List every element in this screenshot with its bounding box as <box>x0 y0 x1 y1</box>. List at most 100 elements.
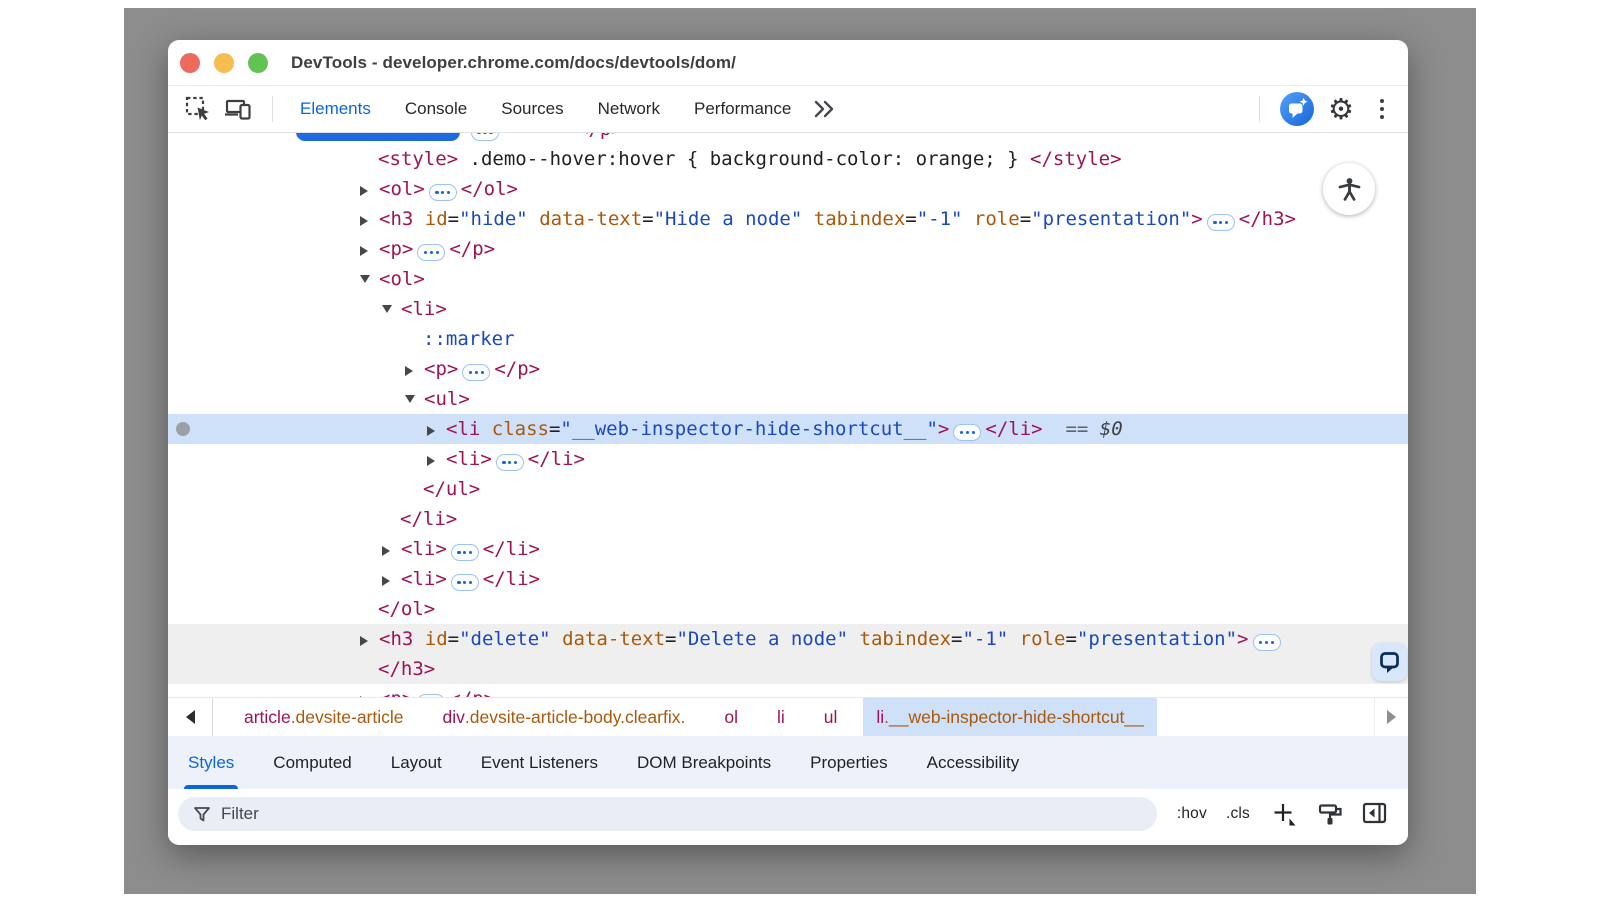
dom-tree-row[interactable]: <li> </li> <box>168 444 1408 474</box>
code-token: <li> <box>446 448 492 470</box>
breadcrumb-item-li[interactable]: li <box>764 698 798 736</box>
expand-arrow-icon[interactable] <box>382 294 401 324</box>
toggle-element-state-button[interactable]: :hov <box>1177 805 1207 823</box>
kebab-menu-icon[interactable] <box>1374 95 1390 123</box>
tab-network[interactable]: Network <box>581 86 677 132</box>
breadcrumb-scroll-right-button[interactable] <box>1374 698 1408 736</box>
dom-tree-row[interactable]: </ul> <box>168 474 1408 504</box>
minimize-window-button[interactable] <box>214 53 234 73</box>
breadcrumb-item-article[interactable]: article.devsite-article <box>231 698 417 736</box>
dom-tree-row[interactable]: <ol> <box>168 264 1408 294</box>
breadcrumb-item-ol[interactable]: ol <box>711 698 751 736</box>
panel-tab-layout[interactable]: Layout <box>391 736 442 789</box>
dom-row-partially-scrolled[interactable]: </p> <box>168 133 1408 144</box>
ellipsis-expand-button[interactable] <box>471 133 499 141</box>
dom-tree-row[interactable]: </ol> <box>168 594 1408 624</box>
dom-tree-row[interactable]: <li></li> <box>168 564 1408 594</box>
panel-tab-event-listeners[interactable]: Event Listeners <box>481 736 598 789</box>
code-token: </li> <box>528 448 585 470</box>
ellipsis-expand-button[interactable] <box>496 454 524 471</box>
expand-arrow-icon[interactable] <box>360 204 379 234</box>
expand-arrow-icon[interactable] <box>360 264 379 294</box>
code-token: <li> <box>401 568 447 590</box>
dom-tree-row[interactable]: </h3> <box>168 654 1408 684</box>
more-tabs-button[interactable] <box>812 98 836 120</box>
expand-arrow-icon[interactable] <box>405 354 424 384</box>
element-classes-button[interactable]: .cls <box>1226 805 1250 823</box>
code-token: "-1" <box>962 628 1008 650</box>
code-token: </style> <box>1030 148 1122 170</box>
expand-arrow-icon[interactable] <box>382 534 401 564</box>
ai-assistant-chip-button[interactable] <box>1372 643 1407 681</box>
dom-tree-row[interactable]: <ul> <box>168 384 1408 414</box>
dom-tree-row[interactable]: ::marker <box>168 324 1408 354</box>
main-panel-tabs: ElementsConsoleSourcesNetworkPerformance <box>283 86 808 132</box>
dom-row-style[interactable]: <style> .demo--hover:hover { background-… <box>168 144 1408 174</box>
dom-tree-row[interactable]: <p></p> <box>168 354 1408 384</box>
code-token: > <box>1191 208 1202 230</box>
code-token: <h3 <box>379 628 413 650</box>
ellipsis-expand-button[interactable] <box>429 184 457 201</box>
tab-elements[interactable]: Elements <box>283 86 388 132</box>
dom-tree-row[interactable]: <li> <box>168 294 1408 324</box>
new-style-rule-button[interactable] <box>1269 799 1299 829</box>
inspect-element-icon[interactable] <box>182 93 214 125</box>
ai-chip-bubble-icon <box>1378 650 1401 675</box>
expand-arrow-icon[interactable] <box>427 444 446 474</box>
expand-arrow-icon[interactable] <box>360 174 379 204</box>
dom-tree-panel[interactable]: </p><style> .demo--hover:hover { backgro… <box>168 133 1408 697</box>
ellipsis-expand-button[interactable] <box>1207 214 1235 231</box>
panel-tab-computed[interactable]: Computed <box>273 736 351 789</box>
settings-gear-icon[interactable]: ⚙ <box>1328 95 1354 124</box>
dom-tree-row[interactable]: </li> <box>168 504 1408 534</box>
toggle-sidebar-button[interactable] <box>1361 800 1388 827</box>
ai-assistant-button[interactable] <box>1280 92 1314 126</box>
breadcrumb-scroll-left-button[interactable] <box>168 698 213 736</box>
tab-console[interactable]: Console <box>388 86 484 132</box>
panel-tab-properties[interactable]: Properties <box>810 736 887 789</box>
device-toolbar-glyph <box>223 94 253 124</box>
maximize-window-button[interactable] <box>248 53 268 73</box>
styles-filter-input[interactable]: Filter <box>178 797 1157 831</box>
ellipsis-expand-button[interactable] <box>451 574 479 591</box>
dom-tree-row[interactable]: <p></p> <box>168 234 1408 264</box>
panel-tab-accessibility[interactable]: Accessibility <box>927 736 1020 789</box>
panel-tab-dom-breakpoints[interactable]: DOM Breakpoints <box>637 736 771 789</box>
breadcrumb-item-li[interactable]: li.__web-inspector-hide-shortcut__ <box>863 698 1157 736</box>
ellipsis-expand-button[interactable] <box>451 544 479 561</box>
breadcrumb-item-ul[interactable]: ul <box>811 698 851 736</box>
ellipsis-expand-button[interactable] <box>1253 634 1281 651</box>
dom-tree-row[interactable]: <ol></ol> <box>168 174 1408 204</box>
ellipsis-expand-button[interactable] <box>953 424 981 441</box>
close-window-button[interactable] <box>180 53 200 73</box>
dom-row-hovered[interactable]: <h3 id="delete" data-text="Delete a node… <box>168 624 1408 654</box>
expand-arrow-icon[interactable] <box>360 624 379 654</box>
paint-roller-icon[interactable] <box>1316 800 1344 828</box>
dom-row-partially-clipped-bottom[interactable]: <p></p> <box>168 684 1408 697</box>
tab-sources[interactable]: Sources <box>484 86 580 132</box>
breadcrumb-item-div[interactable]: div.devsite-article-body.clearfix. <box>430 698 699 736</box>
ellipsis-expand-button[interactable] <box>462 364 490 381</box>
expand-arrow-icon[interactable] <box>427 414 446 444</box>
dom-tree-row[interactable]: <h3 id="hide" data-text="Hide a node" ta… <box>168 204 1408 234</box>
code-token: "__web-inspector-hide-shortcut__" <box>560 418 938 440</box>
breadcrumb-classes: .devsite-article-body.clearfix. <box>465 707 685 728</box>
accessibility-overlay-button[interactable] <box>1323 163 1375 215</box>
expand-arrow-icon[interactable] <box>360 684 379 697</box>
code-token: "presentation" <box>1031 208 1191 230</box>
dom-tree-row[interactable]: <li></li> <box>168 534 1408 564</box>
code-token: = <box>448 208 459 230</box>
expand-arrow-icon[interactable] <box>382 564 401 594</box>
expand-arrow-icon[interactable] <box>360 234 379 264</box>
panel-tab-styles[interactable]: Styles <box>188 736 234 789</box>
ellipsis-expand-button[interactable] <box>417 244 445 261</box>
tab-performance[interactable]: Performance <box>677 86 808 132</box>
filter-placeholder: Filter <box>221 804 259 824</box>
ellipsis-expand-button[interactable] <box>417 694 445 697</box>
accessibility-person-icon <box>1336 176 1363 203</box>
dom-row-selected[interactable]: <li class="__web-inspector-hide-shortcut… <box>168 414 1408 444</box>
code-token: <ol> <box>379 178 425 200</box>
expand-arrow-icon[interactable] <box>405 384 424 414</box>
breadcrumb-tag: article <box>244 707 291 728</box>
device-toolbar-icon[interactable] <box>222 93 254 125</box>
